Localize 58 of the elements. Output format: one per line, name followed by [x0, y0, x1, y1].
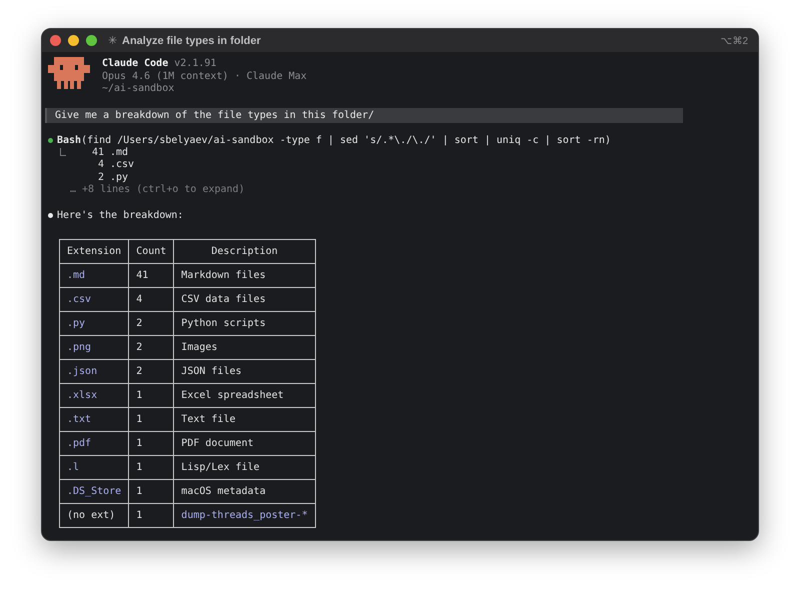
table-cell: PDF document: [174, 431, 316, 456]
prompt-message: Give me a breakdown of the file types in this folder/: [45, 108, 683, 122]
table-cell: .txt: [60, 407, 129, 432]
title-glyph: ✳: [108, 34, 117, 47]
column-header: Extension: [60, 239, 129, 264]
path-label: ~/ai-sandbox: [102, 83, 176, 96]
table-cell: dump-threads_poster-*: [174, 503, 316, 528]
table-cell: 1: [128, 383, 174, 408]
version-label: v2.1.91: [174, 58, 216, 69]
table-cell: JSON files: [174, 359, 316, 384]
shortcut-label: ⌥⌘2: [720, 34, 748, 46]
table-cell: .md: [60, 263, 129, 288]
output-count: 4: [96, 159, 104, 172]
table-cell: Markdown files: [174, 263, 316, 288]
table-cell: .png: [60, 335, 129, 360]
column-header: Description: [174, 239, 316, 264]
table-cell: 2: [128, 311, 174, 336]
model-label: Opus 4.6 (1M context) · Claude Max: [102, 70, 307, 83]
table-cell: .pdf: [60, 431, 129, 456]
table-cell: macOS metadata: [174, 479, 316, 504]
table-cell: Python scripts: [174, 311, 316, 336]
table-cell: 1: [128, 431, 174, 456]
table-cell: .py: [60, 311, 129, 336]
table-cell: Excel spreadsheet: [174, 383, 316, 408]
table-cell: 4: [128, 287, 174, 312]
close-button[interactable]: [50, 35, 61, 46]
window-title: Analyze file types in folder: [122, 34, 261, 46]
table-cell: (no ext): [60, 503, 129, 528]
table-cell: .xlsx: [60, 383, 129, 408]
table-cell: 1: [128, 503, 174, 528]
zoom-button[interactable]: [86, 35, 97, 46]
output-text: .csv: [110, 159, 134, 172]
table-cell: CSV data files: [174, 287, 316, 312]
app-name: Claude Code: [102, 58, 168, 69]
output-text: .md: [110, 146, 128, 160]
branch-icon: [60, 148, 66, 156]
expand-hint[interactable]: … +8 lines (ctrl+o to expand): [48, 184, 758, 197]
table-cell: .DS_Store: [60, 479, 129, 504]
minimize-button[interactable]: [68, 35, 79, 46]
table-cell: .csv: [60, 287, 129, 312]
reply-text: Here's the breakdown:: [57, 208, 184, 222]
output-count: 41: [90, 146, 104, 160]
table-cell: 2: [128, 359, 174, 384]
table-cell: Images: [174, 335, 316, 360]
tool-command: Bash(find /Users/sbelyaev/ai-sandbox -type f | sed 's/.*\./\./' | sort | uniq -c | sort -rn): [57, 134, 611, 146]
column-header: Count: [128, 239, 174, 264]
output-count: 2: [96, 172, 104, 184]
table-cell: .l: [60, 455, 129, 480]
table-cell: 2: [128, 335, 174, 360]
table-cell: 41: [128, 263, 174, 288]
table-cell: .json: [60, 359, 129, 384]
mascot-icon: [48, 57, 90, 89]
table-cell: Text file: [174, 407, 316, 432]
table-cell: 1: [128, 455, 174, 480]
table-cell: 1: [128, 407, 174, 432]
table-cell: 1: [128, 479, 174, 504]
output-text: .py: [110, 172, 128, 184]
table-cell: Lisp/Lex file: [174, 455, 316, 480]
